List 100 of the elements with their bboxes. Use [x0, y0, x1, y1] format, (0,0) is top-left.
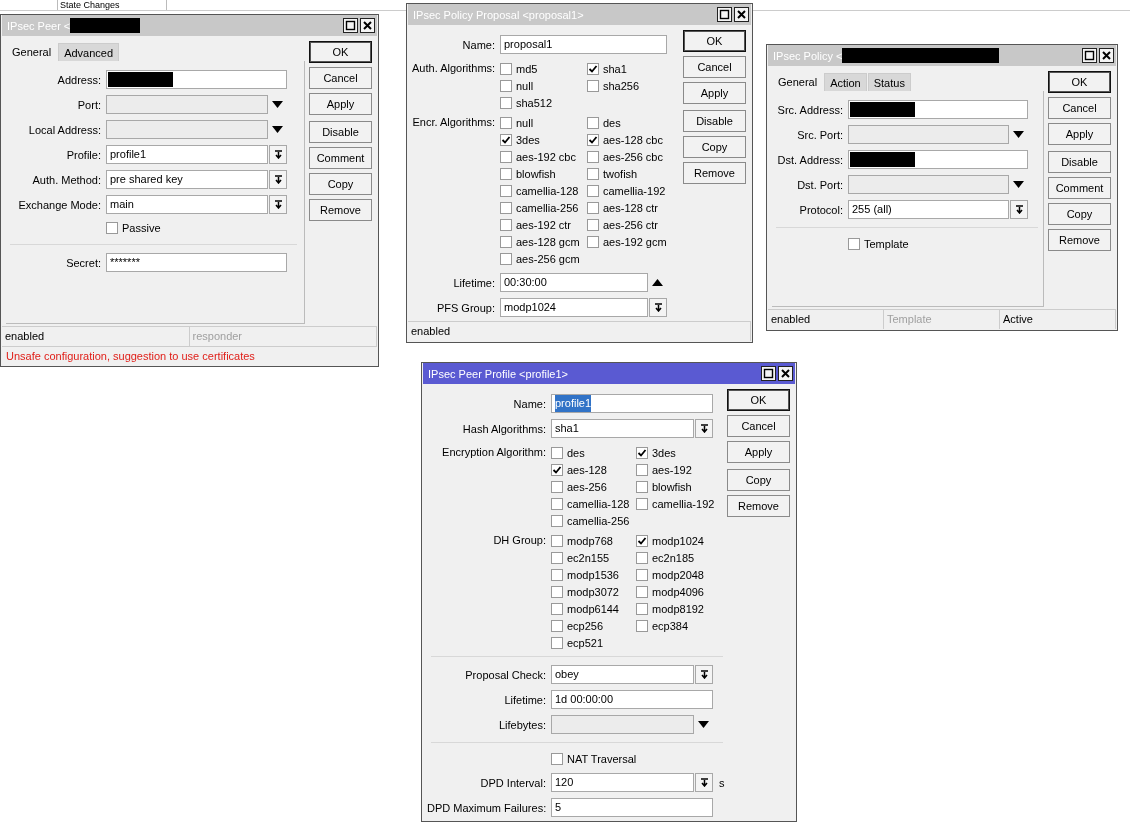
dialog-button[interactable]: Cancel: [727, 415, 790, 437]
text-field[interactable]: *******: [106, 253, 287, 272]
checkbox[interactable]: [551, 753, 563, 765]
dialog-button[interactable]: Remove: [727, 495, 790, 517]
checkbox[interactable]: [500, 235, 512, 248]
dropdown-button[interactable]: [269, 170, 287, 189]
checkbox[interactable]: [500, 167, 512, 180]
dialog-button[interactable]: Cancel: [1048, 97, 1111, 119]
checkbox[interactable]: [500, 133, 512, 146]
checkbox[interactable]: [587, 235, 599, 248]
dialog-button[interactable]: Apply: [683, 82, 746, 104]
dialog-button[interactable]: Disable: [683, 110, 746, 132]
maximize-button[interactable]: [343, 18, 358, 33]
checkbox[interactable]: [587, 116, 599, 129]
text-field[interactable]: [848, 150, 1028, 169]
checkbox[interactable]: [587, 218, 599, 231]
dialog-button[interactable]: Remove: [1048, 229, 1111, 251]
dialog-button[interactable]: Disable: [309, 121, 372, 143]
combo-field[interactable]: 120: [551, 773, 694, 792]
dialog-button[interactable]: Copy: [309, 173, 372, 195]
dialog-button[interactable]: OK: [683, 30, 746, 52]
dropdown-field[interactable]: [551, 715, 694, 734]
close-button[interactable]: [1099, 48, 1114, 63]
checkbox[interactable]: [551, 480, 563, 493]
checkbox[interactable]: [587, 201, 599, 214]
dialog-button[interactable]: OK: [1048, 71, 1111, 93]
checkbox[interactable]: [587, 62, 599, 75]
dropdown-arrow-icon[interactable]: [1013, 181, 1024, 188]
tab[interactable]: Status: [867, 73, 911, 91]
checkbox[interactable]: [636, 480, 648, 493]
combo-field[interactable]: pre shared key: [106, 170, 268, 189]
dialog-button[interactable]: Disable: [1048, 151, 1111, 173]
maximize-button[interactable]: [717, 7, 732, 22]
dialog-button[interactable]: Cancel: [309, 67, 372, 89]
checkbox[interactable]: [551, 602, 563, 615]
checkbox[interactable]: [636, 463, 648, 476]
dropdown-arrow-icon[interactable]: [698, 721, 709, 728]
checkbox[interactable]: [636, 446, 648, 459]
dropdown-button[interactable]: [269, 195, 287, 214]
combo-field[interactable]: 255 (all): [848, 200, 1009, 219]
checkbox[interactable]: [587, 150, 599, 163]
checkbox[interactable]: [500, 252, 512, 265]
dialog-button[interactable]: Remove: [309, 199, 372, 221]
checkbox[interactable]: [636, 534, 648, 547]
tab[interactable]: Action: [824, 73, 867, 91]
text-field[interactable]: 1d 00:00:00: [551, 690, 713, 709]
dialog-button[interactable]: Comment: [1048, 177, 1111, 199]
dialog-button[interactable]: Copy: [727, 469, 790, 491]
checkbox[interactable]: [551, 636, 563, 649]
dropdown-button[interactable]: [695, 419, 713, 438]
checkbox[interactable]: [551, 446, 563, 459]
checkbox[interactable]: [551, 497, 563, 510]
checkbox[interactable]: [500, 116, 512, 129]
checkbox[interactable]: [587, 79, 599, 92]
dialog-button[interactable]: Copy: [683, 136, 746, 158]
text-field[interactable]: profile1: [551, 394, 713, 413]
checkbox[interactable]: [551, 585, 563, 598]
dialog-button[interactable]: Apply: [727, 441, 790, 463]
dropdown-arrow-icon[interactable]: [1013, 131, 1024, 138]
checkbox[interactable]: [500, 150, 512, 163]
checkbox[interactable]: [587, 133, 599, 146]
dialog-button[interactable]: OK: [309, 41, 372, 63]
checkbox[interactable]: [500, 218, 512, 231]
checkbox[interactable]: [500, 201, 512, 214]
dropdown-arrow-icon[interactable]: [272, 101, 283, 108]
text-field[interactable]: 00:30:00: [500, 273, 648, 292]
checkbox[interactable]: [587, 167, 599, 180]
tab[interactable]: Advanced: [58, 43, 120, 61]
dialog-button[interactable]: Comment: [309, 147, 372, 169]
dropdown-field[interactable]: [106, 120, 268, 139]
checkbox[interactable]: [551, 619, 563, 632]
checkbox[interactable]: [500, 79, 512, 92]
checkbox[interactable]: [636, 602, 648, 615]
checkbox[interactable]: [500, 96, 512, 109]
dropdown-field[interactable]: [848, 125, 1009, 144]
close-button[interactable]: [360, 18, 375, 33]
combo-field[interactable]: profile1: [106, 145, 268, 164]
checkbox[interactable]: [500, 62, 512, 75]
dialog-button[interactable]: Remove: [683, 162, 746, 184]
combo-field[interactable]: modp1024: [500, 298, 648, 317]
checkbox[interactable]: [636, 497, 648, 510]
checkbox[interactable]: [551, 534, 563, 547]
checkbox[interactable]: [500, 184, 512, 197]
text-field[interactable]: 5: [551, 798, 713, 817]
checkbox[interactable]: [848, 238, 860, 250]
dialog-button[interactable]: OK: [727, 389, 790, 411]
up-arrow-icon[interactable]: [652, 279, 663, 286]
maximize-button[interactable]: [1082, 48, 1097, 63]
checkbox[interactable]: [551, 514, 563, 527]
combo-field[interactable]: obey: [551, 665, 694, 684]
dropdown-field[interactable]: [848, 175, 1009, 194]
dialog-button[interactable]: Apply: [309, 93, 372, 115]
combo-field[interactable]: main: [106, 195, 268, 214]
dropdown-button[interactable]: [1010, 200, 1028, 219]
combo-field[interactable]: sha1: [551, 419, 694, 438]
checkbox[interactable]: [636, 619, 648, 632]
dialog-button[interactable]: Apply: [1048, 123, 1111, 145]
text-field[interactable]: proposal1: [500, 35, 667, 54]
checkbox[interactable]: [587, 184, 599, 197]
close-button[interactable]: [734, 7, 749, 22]
